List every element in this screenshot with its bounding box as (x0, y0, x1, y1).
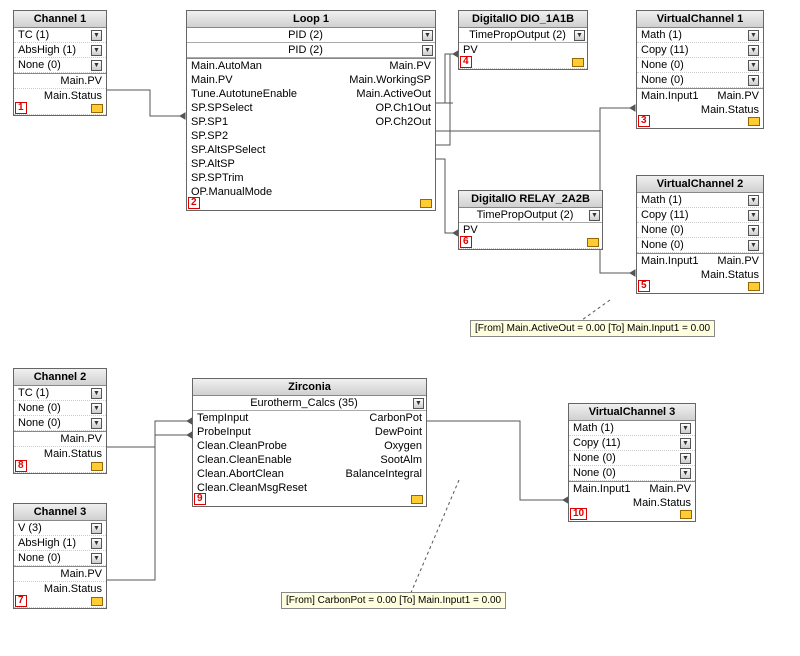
port-main-pv[interactable]: Main.PV (717, 90, 759, 102)
block-title: Zirconia (193, 379, 426, 396)
dropdown-icon[interactable] (748, 195, 759, 206)
chip-icon (748, 117, 760, 126)
block-tag: 4 (460, 56, 472, 68)
dropdown-icon[interactable] (680, 468, 691, 479)
block-channel-2: Channel 2 TC (1) None (0) None (0) Main.… (13, 368, 107, 474)
chip-icon (748, 282, 760, 291)
dropdown-icon[interactable] (748, 30, 759, 41)
block-tag: 10 (570, 508, 587, 520)
block-title: VirtualChannel 3 (569, 404, 695, 421)
block-tag: 7 (15, 595, 27, 607)
dropdown-icon[interactable] (91, 523, 102, 534)
block-virtualchannel-2: VirtualChannel 2 Math (1) Copy (11) None… (636, 175, 764, 294)
block-zirconia: Zirconia Eurotherm_Calcs (35) TempInputC… (192, 378, 427, 507)
block-virtualchannel-3: VirtualChannel 3 Math (1) Copy (11) None… (568, 403, 696, 522)
block-channel-1: Channel 1 TC (1) AbsHigh (1) None (0) Ma… (13, 10, 107, 116)
dropdown-icon[interactable] (680, 438, 691, 449)
block-tag: 6 (460, 236, 472, 248)
dropdown-icon[interactable] (748, 210, 759, 221)
dropdown-icon[interactable] (91, 388, 102, 399)
port-main-status[interactable]: Main.Status (633, 497, 691, 509)
block-dio-1a1b: DigitalIO DIO_1A1B TimePropOutput (2) PV… (458, 10, 588, 70)
port-main-pv[interactable]: Main.PV (60, 433, 102, 445)
block-tag: 1 (15, 102, 27, 114)
port-pv[interactable]: PV (463, 224, 478, 236)
block-channel-3: Channel 3 V (3) AbsHigh (1) None (0) Mai… (13, 503, 107, 609)
dropdown-icon[interactable] (589, 210, 600, 221)
dropdown-icon[interactable] (91, 60, 102, 71)
block-title: Loop 1 (187, 11, 435, 28)
dropdown-icon[interactable] (748, 240, 759, 251)
block-tag: 2 (188, 197, 200, 209)
dropdown-icon[interactable] (413, 398, 424, 409)
dropdown-icon[interactable] (91, 30, 102, 41)
chip-icon (91, 104, 103, 113)
block-title: DigitalIO DIO_1A1B (459, 11, 587, 28)
port-pv[interactable]: PV (463, 44, 478, 56)
block-virtualchannel-1: VirtualChannel 1 Math (1) Copy (11) None… (636, 10, 764, 129)
dropdown-icon[interactable] (748, 45, 759, 56)
port-main-pv[interactable]: Main.PV (717, 255, 759, 267)
dropdown-icon[interactable] (91, 418, 102, 429)
block-title: Channel 2 (14, 369, 106, 386)
block-tag: 5 (638, 280, 650, 292)
chip-icon (91, 462, 103, 471)
chip-icon (572, 58, 584, 67)
dropdown-icon[interactable] (680, 453, 691, 464)
port-main-status[interactable]: Main.Status (44, 583, 102, 595)
block-tag: 9 (194, 493, 206, 505)
dropdown-icon[interactable] (748, 225, 759, 236)
dropdown-icon[interactable] (748, 60, 759, 71)
port-main-status[interactable]: Main.Status (44, 448, 102, 460)
chip-icon (587, 238, 599, 247)
dropdown-icon[interactable] (91, 553, 102, 564)
dropdown-icon[interactable] (91, 403, 102, 414)
port-main-status[interactable]: Main.Status (701, 104, 759, 116)
block-loop-1: Loop 1 PID (2) PID (2) Main.AutoManMain.… (186, 10, 436, 211)
block-title: VirtualChannel 1 (637, 11, 763, 28)
block-dio-relay-2a2b: DigitalIO RELAY_2A2B TimePropOutput (2) … (458, 190, 603, 250)
port-main-pv[interactable]: Main.PV (60, 568, 102, 580)
dropdown-icon[interactable] (91, 45, 102, 56)
port-main-status[interactable]: Main.Status (701, 269, 759, 281)
port-main-input1[interactable]: Main.Input1 (641, 90, 698, 102)
dropdown-icon[interactable] (574, 30, 585, 41)
chip-icon (680, 510, 692, 519)
port-main-input1[interactable]: Main.Input1 (573, 483, 630, 495)
port-main-input1[interactable]: Main.Input1 (641, 255, 698, 267)
block-title: Channel 3 (14, 504, 106, 521)
wire-tooltip: [From] Main.ActiveOut = 0.00 [To] Main.I… (470, 320, 715, 337)
port-main-status[interactable]: Main.Status (44, 90, 102, 102)
block-title: Channel 1 (14, 11, 106, 28)
chip-icon (411, 495, 423, 504)
block-title: DigitalIO RELAY_2A2B (459, 191, 602, 208)
dropdown-icon[interactable] (91, 538, 102, 549)
port-main-pv[interactable]: Main.PV (60, 75, 102, 87)
block-tag: 3 (638, 115, 650, 127)
dropdown-icon[interactable] (748, 75, 759, 86)
dropdown-icon[interactable] (680, 423, 691, 434)
chip-icon (420, 199, 432, 208)
wire-tooltip: [From] CarbonPot = 0.00 [To] Main.Input1… (281, 592, 506, 609)
port-main-pv[interactable]: Main.PV (649, 483, 691, 495)
chip-icon (91, 597, 103, 606)
block-tag: 8 (15, 460, 27, 472)
dropdown-icon[interactable] (422, 30, 433, 41)
block-title: VirtualChannel 2 (637, 176, 763, 193)
dropdown-icon[interactable] (422, 45, 433, 56)
